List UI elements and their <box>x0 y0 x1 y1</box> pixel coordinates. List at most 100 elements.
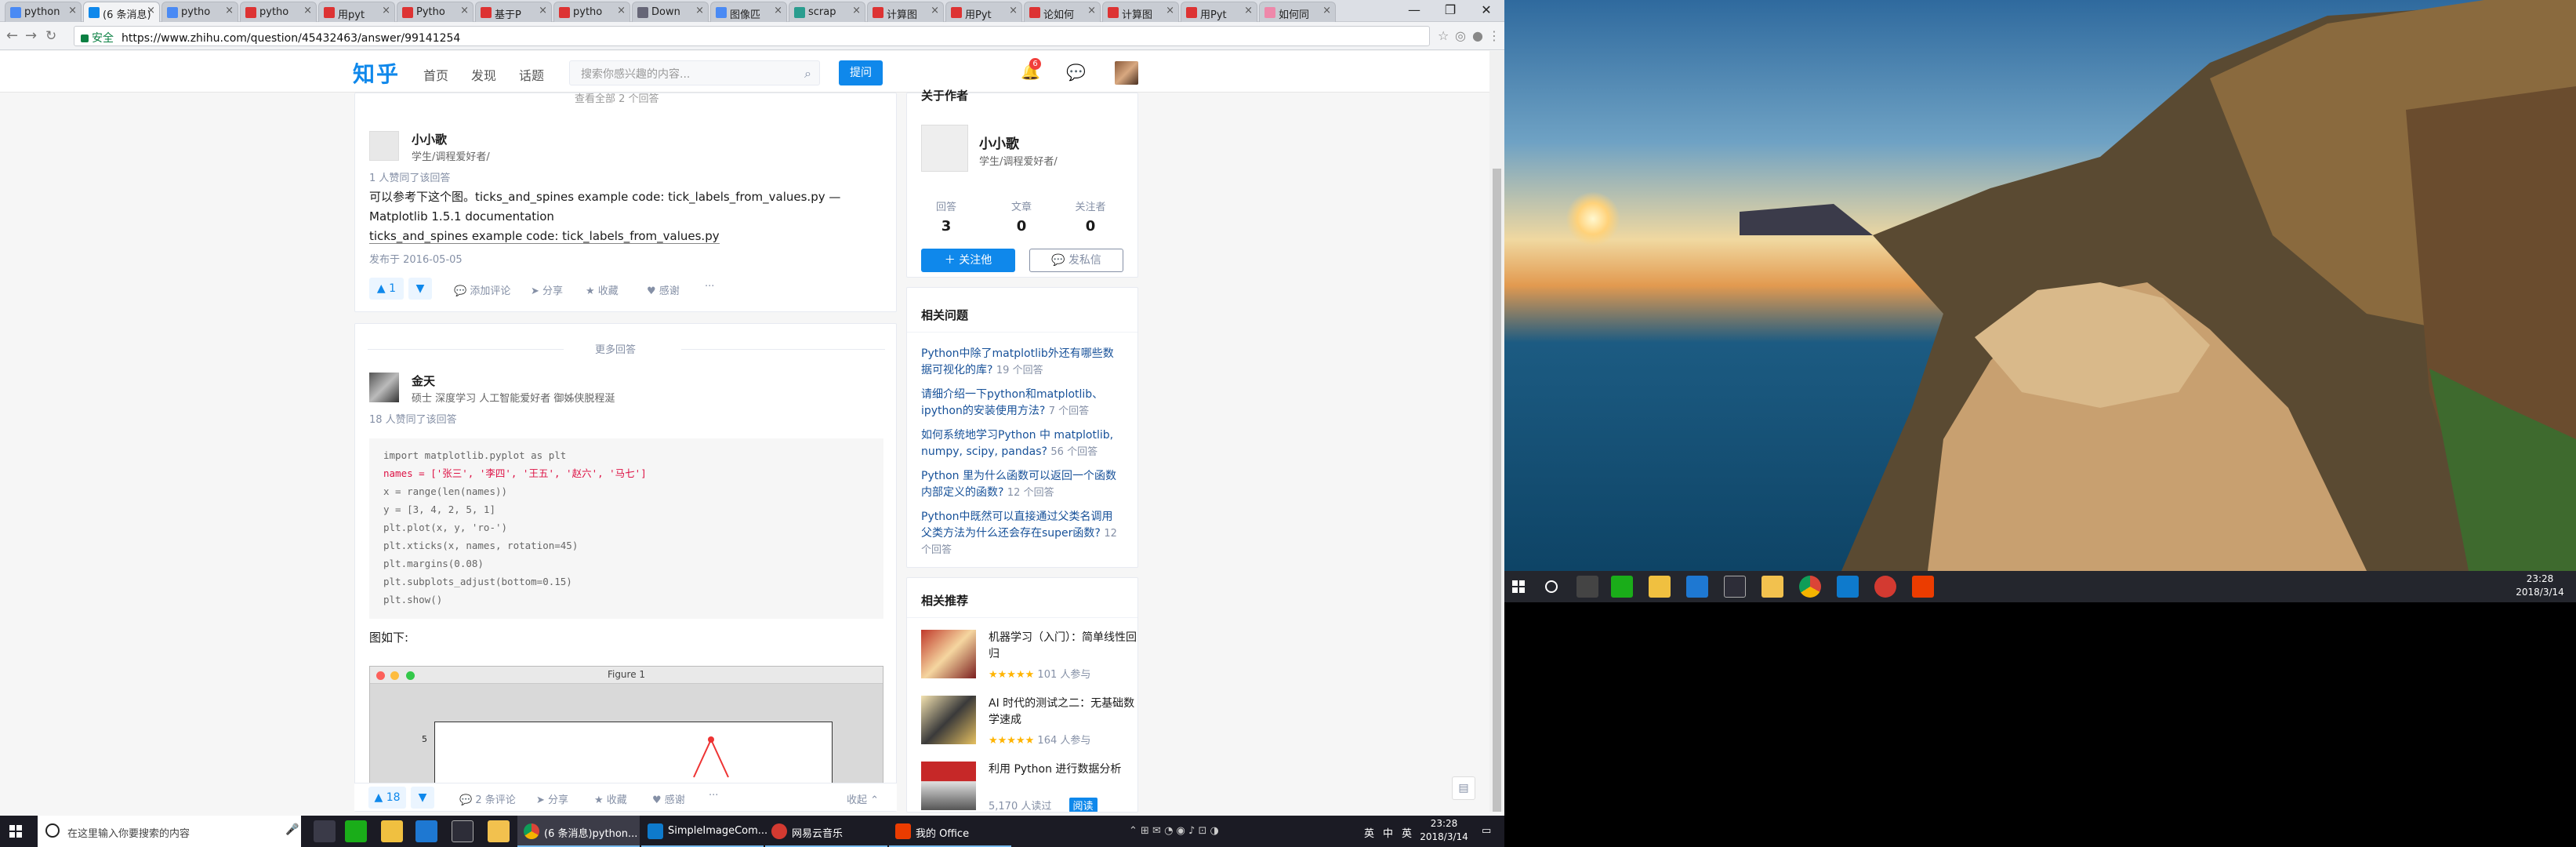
tab-close-icon[interactable]: × <box>1244 5 1253 16</box>
browser-tab[interactable]: Down × <box>632 2 709 22</box>
recommend-title[interactable]: 利用 Python 进行数据分析 <box>989 762 1137 778</box>
taskbar-search[interactable]: 在这里输入你要搜索的内容 🎤 <box>38 816 301 847</box>
thanks-button[interactable]: ♥ 感谢 <box>652 791 685 806</box>
mail-icon[interactable] <box>452 820 473 842</box>
tab-close-icon[interactable]: × <box>382 5 390 16</box>
feedback-icon[interactable]: ▤ <box>1452 776 1475 800</box>
ask-button[interactable]: 提问 <box>839 60 883 85</box>
tab-close-icon[interactable]: × <box>1166 5 1174 16</box>
tab-close-icon[interactable]: × <box>303 5 312 16</box>
tab-close-icon[interactable]: × <box>1009 5 1018 16</box>
menu-icon[interactable]: ⋮ <box>1488 28 1500 43</box>
explorer-icon[interactable] <box>488 820 510 842</box>
question-title[interactable]: Python中既然可以直接通过父类名调用父类方法为什么还会存在super函数? <box>921 511 1113 540</box>
author-name[interactable]: 小小歌 <box>412 131 447 147</box>
avatar[interactable] <box>369 131 399 161</box>
downvote-button[interactable]: ▼ <box>408 278 432 300</box>
recommend-item[interactable]: 机器学习（入门）：简单线性回归 ★★★★★ 101 人参与 <box>921 630 1137 685</box>
browser-tab[interactable]: Pytho × <box>397 2 473 22</box>
browser-tab[interactable]: 计算图 × <box>867 2 944 22</box>
browser-tab[interactable]: pytho × <box>161 2 238 22</box>
avatar[interactable] <box>369 373 399 402</box>
author-name[interactable]: 小小歌 <box>979 133 1019 152</box>
nav-topics[interactable]: 话题 <box>519 65 544 84</box>
read-badge[interactable]: 阅读 <box>1068 798 1098 812</box>
wechat-icon[interactable] <box>345 820 367 842</box>
extension-icon[interactable]: ◎ <box>1455 28 1466 43</box>
follow-button[interactable]: ＋ 关注他 <box>921 249 1015 272</box>
related-question[interactable]: Python中既然可以直接通过父类名调用父类方法为什么还会存在super函数? … <box>921 509 1117 558</box>
related-question[interactable]: Python中除了matplotlib外还有哪些数据可视化的库? 19 个回答 <box>921 346 1117 379</box>
collect-button[interactable]: ★ 收藏 <box>594 791 627 806</box>
avatar[interactable] <box>1115 61 1138 85</box>
taskbar-app-vscode[interactable]: SimpleImageCom... <box>641 816 767 847</box>
edge-icon[interactable] <box>415 820 437 842</box>
taskbar-app-office[interactable]: 我的 Office <box>889 816 1011 847</box>
forward-icon[interactable]: → <box>25 27 37 44</box>
browser-tab[interactable]: 图像匹 × <box>710 2 787 22</box>
recommend-title[interactable]: 机器学习（入门）：简单线性回归 <box>989 630 1137 663</box>
scrollbar-thumb[interactable] <box>1493 169 1501 812</box>
answer-link[interactable]: ticks_and_spines example code: tick_labe… <box>369 227 720 246</box>
browser-tab[interactable]: 计算图 × <box>1102 2 1179 22</box>
tab-close-icon[interactable]: × <box>460 5 469 16</box>
office-icon[interactable] <box>1912 576 1934 598</box>
clock[interactable]: 23:28 2018/3/14 <box>2509 573 2571 599</box>
mic-icon[interactable]: 🎤 <box>285 823 299 836</box>
browser-tab[interactable]: scrap × <box>789 2 865 22</box>
avatar[interactable] <box>921 125 968 172</box>
reload-icon[interactable]: ↻ <box>45 28 56 44</box>
message-button[interactable]: 💬 发私信 <box>1029 249 1123 272</box>
tab-close-icon[interactable]: × <box>931 5 939 16</box>
tab-close-icon[interactable]: × <box>774 5 782 16</box>
tab-close-icon[interactable]: × <box>695 5 704 16</box>
recommend-item[interactable]: 利用 Python 进行数据分析 5,170 人读过 阅读 <box>921 762 1137 812</box>
browser-tab[interactable]: (6 条消息) × <box>83 2 160 22</box>
minimize-button[interactable]: — <box>1396 0 1432 22</box>
explorer-icon[interactable] <box>1761 576 1783 598</box>
maximize-button[interactable]: ❐ <box>1432 0 1468 22</box>
browser-tab[interactable]: 论如何 × <box>1024 2 1101 22</box>
page-scrollbar[interactable] <box>1489 51 1504 812</box>
share-button[interactable]: ➤ 分享 <box>536 791 568 806</box>
start-icon[interactable] <box>9 825 22 838</box>
search-input[interactable]: 搜索你感兴趣的内容... ⌕ <box>569 60 820 85</box>
related-question[interactable]: Python 里为什么函数可以返回一个函数内部定义的函数? 12 个回答 <box>921 468 1117 501</box>
store-icon[interactable] <box>381 820 403 842</box>
related-question[interactable]: 如何系统地学习Python 中 matplotlib, numpy, scipy… <box>921 427 1117 460</box>
collect-button[interactable]: ★ 收藏 <box>586 282 619 297</box>
stat-answers[interactable]: 回答 3 <box>923 198 970 234</box>
mail-icon[interactable] <box>1724 576 1746 598</box>
url-field[interactable]: 安全 https://www.zhihu.com/question/4543246… <box>74 26 1430 46</box>
browser-tab[interactable]: 基于P × <box>475 2 552 22</box>
tab-close-icon[interactable]: × <box>539 5 547 16</box>
nav-explore[interactable]: 发现 <box>471 65 496 84</box>
task-view-icon[interactable] <box>1576 576 1598 598</box>
more-button[interactable]: ··· <box>705 281 714 293</box>
clock[interactable]: 23:28 2018/3/14 <box>1413 817 1475 844</box>
browser-tab[interactable]: pytho × <box>240 2 317 22</box>
tray-icons[interactable]: ⌃ ⊞ ✉ ◔ ◉ ♪ ⊡ ◑ <box>1129 825 1219 837</box>
edge-icon[interactable] <box>1686 576 1708 598</box>
task-view-icon[interactable] <box>314 820 336 842</box>
browser-tab[interactable]: 如何同 × <box>1259 2 1336 22</box>
recommend-title[interactable]: AI 时代的测试之二：无基础数学速成 <box>989 696 1137 729</box>
browser-tab[interactable]: python × <box>5 2 82 22</box>
taskbar-app-chrome[interactable]: (6 条消息)python... <box>517 816 640 847</box>
ime-lang[interactable]: 英 <box>1402 825 1412 840</box>
taskbar-app-netease[interactable]: 网易云音乐 <box>765 816 887 847</box>
publish-date[interactable]: 发布于 2016-05-05 <box>369 251 463 266</box>
tab-close-icon[interactable]: × <box>225 5 234 16</box>
tab-close-icon[interactable]: × <box>68 5 77 16</box>
collapse-button[interactable]: 收起 ⌃ <box>847 791 879 806</box>
recommend-item[interactable]: AI 时代的测试之二：无基础数学速成 ★★★★★ 164 人参与 <box>921 696 1137 751</box>
message-icon[interactable]: 💬 <box>1066 63 1086 82</box>
nav-home[interactable]: 首页 <box>423 65 448 84</box>
back-icon[interactable]: ← <box>6 27 18 44</box>
wechat-icon[interactable] <box>1611 576 1633 598</box>
tab-close-icon[interactable]: × <box>147 5 155 16</box>
comment-button[interactable]: 💬 添加评论 <box>454 282 510 297</box>
browser-tab[interactable]: 用pyt × <box>318 2 395 22</box>
comment-button[interactable]: 💬 2 条评论 <box>459 791 516 806</box>
tab-close-icon[interactable]: × <box>1322 5 1331 16</box>
